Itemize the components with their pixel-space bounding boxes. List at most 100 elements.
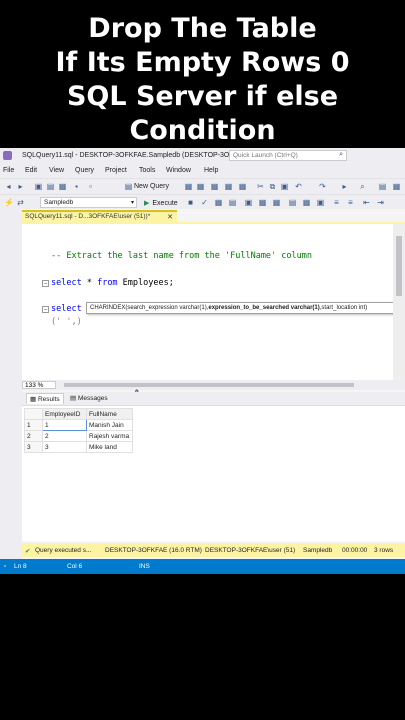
client-stats-icon[interactable]: ▦ [272,198,281,207]
cell-fullname[interactable]: Manish Jain [86,419,133,431]
document-tab-bar: SQLQuery11.sql - D...3OFKFAE\user (51))*… [22,210,405,222]
intellisense-icon[interactable]: ▣ [244,198,253,207]
tab-sqlquery11[interactable]: SQLQuery11.sql - D...3OFKFAE\user (51))*… [22,210,177,222]
tab-results[interactable]: ▦ Results [26,393,64,404]
editor-horizontal-scrollbar[interactable] [64,383,354,387]
collapse-toggle-icon[interactable]: − [42,306,49,313]
code-line-args: (' ',) [51,317,82,327]
title-line-3: SQL Server if else [66,81,339,112]
cut-icon[interactable]: ✂ [256,182,265,191]
copy-icon[interactable]: ⧉ [268,182,277,191]
xmla-query-icon[interactable]: ▦ [238,182,247,191]
column-header-fullname[interactable]: FullName [86,408,133,420]
forward-icon[interactable]: ▸ [16,182,25,191]
mdx-query-icon[interactable]: ▦ [210,182,219,191]
sql-editor-toolbar: ⚡ ⇄ Sampledb ▾ ▶ Execute ■ ✓ ▦ ▤ ▣ ▦ ▦ ▤ … [0,194,405,209]
results-grid[interactable]: EmployeeID FullName 1 1 Manish Jain 2 2 … [22,405,405,541]
find-icon[interactable]: ⌕ [358,182,367,191]
save-icon[interactable]: ▪ [72,182,81,191]
new-project-icon[interactable]: ▣ [34,182,43,191]
keyword-select: select [51,304,82,314]
table-row[interactable]: 1 1 Manish Jain [24,419,133,431]
uncomment-icon[interactable]: ≡ [346,198,355,207]
undo-icon[interactable]: ↶ [294,182,303,191]
comment-out-icon[interactable]: ≡ [332,198,341,207]
close-icon[interactable]: ✕ [167,213,173,221]
charindex-signature-tooltip: CHARINDEX(search_expression varchar(1),e… [86,302,404,314]
connect-icon[interactable]: ⚡ [4,198,14,207]
save-all-icon[interactable]: ▫ [86,182,95,191]
new-query-icon[interactable]: ▤ [124,182,133,191]
status-row-count: 3 rows [374,547,394,554]
collapse-toggle-icon[interactable]: − [42,280,49,287]
cell-fullname[interactable]: Rajesh varma [86,430,133,442]
menu-help[interactable]: Help [204,167,218,174]
row-number: 3 [24,441,43,453]
menu-project[interactable]: Project [105,167,127,174]
table-header-row: EmployeeID FullName [24,408,133,420]
estimated-plan-icon[interactable]: ▦ [214,198,223,207]
increase-indent-icon[interactable]: ⇥ [376,198,385,207]
menu-query[interactable]: Query [75,167,94,174]
parse-icon[interactable]: ✓ [200,198,209,207]
properties-icon[interactable]: ▤ [378,182,387,191]
query-options-icon[interactable]: ▤ [228,198,237,207]
scrollbar-thumb[interactable] [396,236,402,296]
table-row[interactable]: 3 3 Mike land [24,441,133,453]
line-indicator: Ln 8 [14,563,27,570]
execute-button[interactable]: ▶ Execute [144,199,178,207]
status-server: DESKTOP-3OFKFAE (16.0 RTM) [105,547,202,554]
code-line-select: select [51,304,82,314]
code-line-select-employees: select * from Employees; [51,278,174,288]
redo-icon[interactable]: ↷ [318,182,327,191]
analysis-query-icon[interactable]: ▦ [196,182,205,191]
db-engine-query-icon[interactable]: ▦ [184,182,193,191]
open-icon[interactable]: ▦ [58,182,67,191]
new-file-icon[interactable]: ▤ [46,182,55,191]
success-check-icon: ✔ [25,548,31,555]
actual-plan-icon[interactable]: ▦ [258,198,267,207]
decrease-indent-icon[interactable]: ⇤ [362,198,371,207]
menu-window[interactable]: Window [166,167,191,174]
dmx-query-icon[interactable]: ▦ [224,182,233,191]
status-database: Sampledb [303,547,333,554]
tab-label: SQLQuery11.sql - D...3OFKFAE\user (51))* [25,213,151,220]
cancel-query-icon[interactable]: ■ [186,198,195,207]
keyword-select: select [51,278,82,288]
menu-file[interactable]: File [3,167,14,174]
row-number-header [24,408,43,420]
debug-icon[interactable]: ▸ [340,182,349,191]
toolbox-icon[interactable]: ▦ [392,182,401,191]
code-table-name: Employees; [117,278,174,288]
editor-zoom-bar: 133 % [22,380,405,390]
ready-icon: ▫ [4,563,7,570]
status-message: Query executed s... [35,547,92,554]
results-to-file-icon[interactable]: ▣ [316,198,325,207]
tab-messages[interactable]: ▤ Messages [70,394,108,402]
query-editor[interactable]: -- Extract the last name from the 'FullN… [22,224,404,380]
window-titlebar: SQLQuery11.sql - DESKTOP-3OFKFAE.Sampled… [0,148,405,163]
cell-employeeid[interactable]: 1 [42,419,87,431]
results-to-text-icon[interactable]: ▤ [288,198,297,207]
database-select[interactable]: Sampledb ▾ [40,197,137,208]
paste-icon[interactable]: ▣ [280,182,289,191]
code-comment-line: -- Extract the last name from the 'FullN… [51,251,312,261]
search-icon[interactable]: ⌕ [339,151,343,159]
change-connection-icon[interactable]: ⇄ [16,198,25,207]
cell-fullname[interactable]: Mike land [86,441,133,453]
table-row[interactable]: 2 2 Rajesh varma [24,430,133,442]
cell-employeeid[interactable]: 2 [42,430,87,442]
column-header-employeeid[interactable]: EmployeeID [42,408,87,420]
back-icon[interactable]: ◂ [4,182,13,191]
results-to-grid-icon[interactable]: ▦ [302,198,311,207]
title-line-4: Condition [129,115,276,146]
new-query-button[interactable]: New Query [134,183,169,190]
menu-tools[interactable]: Tools [139,167,155,174]
cell-employeeid[interactable]: 3 [42,441,87,453]
editor-vertical-scrollbar[interactable] [393,224,405,380]
zoom-select[interactable]: 133 % [22,381,56,389]
row-number: 1 [24,419,43,431]
quick-launch-input[interactable]: Quick Launch (Ctrl+Q) ⌕ [229,150,347,161]
menu-view[interactable]: View [49,167,64,174]
menu-edit[interactable]: Edit [25,167,37,174]
